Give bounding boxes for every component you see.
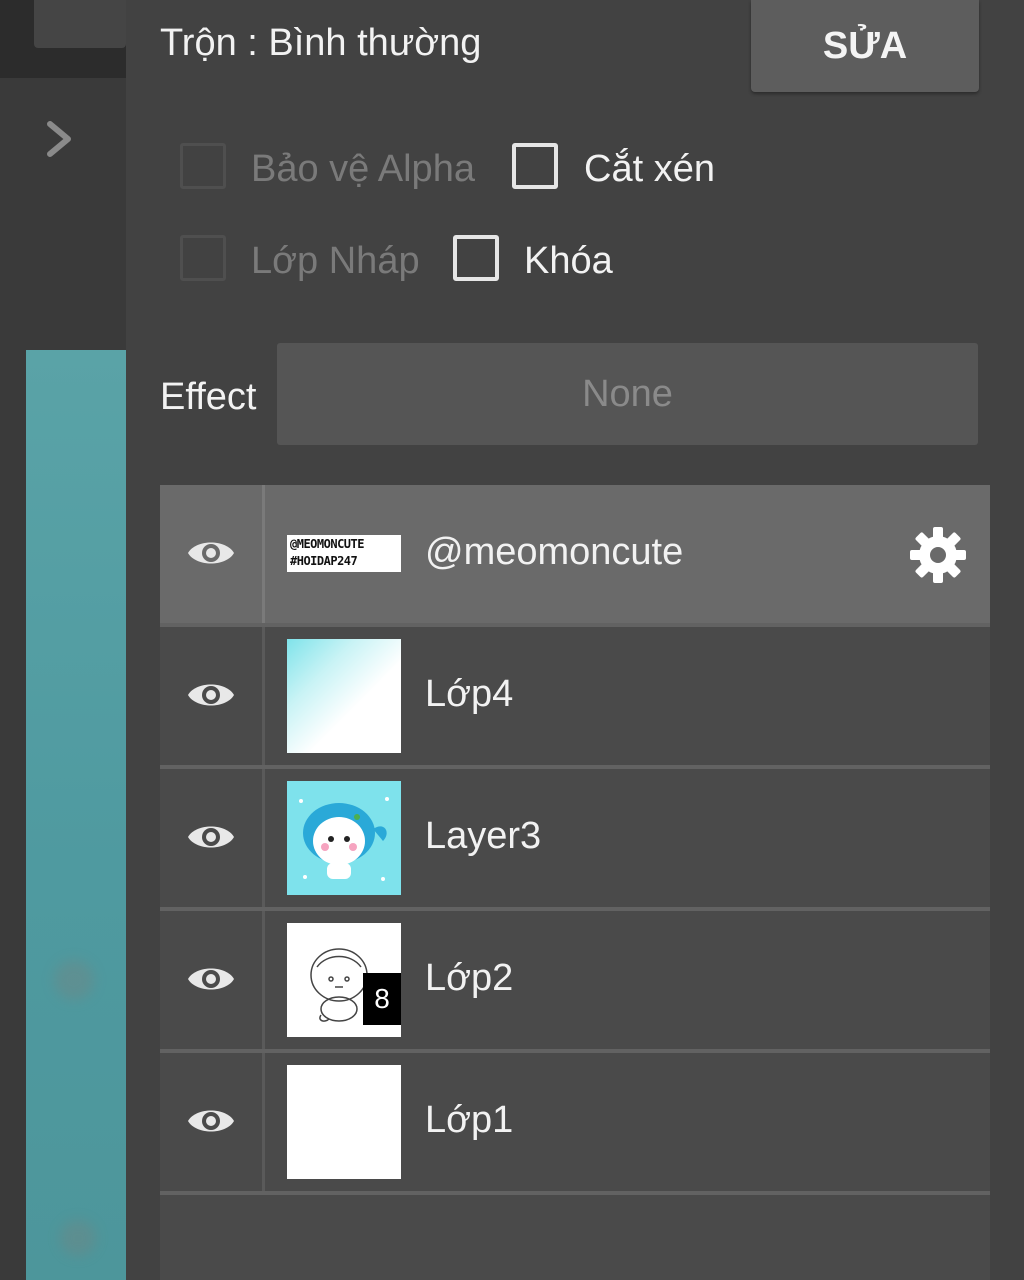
layer-row-meomoncute[interactable]: @MEOMONCUTE #HOIDAP247 @meomoncute xyxy=(160,485,990,627)
layer-row-lop2[interactable]: 8 Lớp2 xyxy=(160,911,990,1053)
layer-thumbnail: @MEOMONCUTE #HOIDAP247 xyxy=(287,535,401,572)
clipping-label: Cắt xén xyxy=(584,148,715,190)
effect-select[interactable]: None xyxy=(277,343,978,445)
eye-icon xyxy=(188,542,234,564)
layer-list: @MEOMONCUTE #HOIDAP247 @meomoncute Lớp4 … xyxy=(160,485,990,1280)
layer-row-layer3[interactable]: Layer3 xyxy=(160,769,990,911)
blend-mode-label[interactable]: Trộn : Bình thường xyxy=(160,22,481,65)
layer-name: Lớp1 xyxy=(425,1099,514,1141)
protect-alpha-checkbox[interactable] xyxy=(180,143,226,189)
layer-thumbnail xyxy=(287,781,401,895)
layer-thumbnail xyxy=(287,1065,401,1179)
eye-icon xyxy=(188,684,234,706)
layer-name: Lớp2 xyxy=(425,957,514,999)
layer-thumbnail xyxy=(287,639,401,753)
clipping-checkbox[interactable] xyxy=(512,143,558,189)
visibility-toggle[interactable] xyxy=(160,911,262,1049)
draft-layer-label: Lớp Nháp xyxy=(251,240,420,282)
layer-name: Lớp4 xyxy=(425,673,514,715)
toolbar-button[interactable] xyxy=(34,0,126,48)
visibility-toggle[interactable] xyxy=(160,485,262,623)
layer-row-lop4[interactable]: Lớp4 xyxy=(160,627,990,769)
thumbnail-line-2: #HOIDAP247 xyxy=(290,554,358,568)
lock-checkbox[interactable] xyxy=(453,235,499,281)
layer-row-lop1[interactable]: Lớp1 xyxy=(160,1053,990,1195)
eye-icon xyxy=(188,968,234,990)
edit-button[interactable]: SỬA xyxy=(751,0,979,92)
chevron-right-icon[interactable] xyxy=(40,114,80,164)
layer-name: @meomoncute xyxy=(425,531,684,573)
thumbnail-line-1: @MEOMONCUTE xyxy=(290,537,364,551)
protect-alpha-label: Bảo vệ Alpha xyxy=(251,148,475,190)
layer-count-badge: 8 xyxy=(363,973,401,1025)
effect-label: Effect xyxy=(160,376,257,418)
lock-label: Khóa xyxy=(524,240,613,282)
layer-name: Layer3 xyxy=(425,815,542,857)
gear-icon[interactable] xyxy=(908,525,968,585)
visibility-toggle[interactable] xyxy=(160,627,262,765)
canvas-strip xyxy=(0,0,126,1280)
eye-icon xyxy=(188,826,234,848)
visibility-toggle[interactable] xyxy=(160,769,262,907)
canvas-preview[interactable] xyxy=(26,350,126,1280)
eye-icon xyxy=(188,1110,234,1132)
draft-layer-checkbox[interactable] xyxy=(180,235,226,281)
visibility-toggle[interactable] xyxy=(160,1053,262,1191)
